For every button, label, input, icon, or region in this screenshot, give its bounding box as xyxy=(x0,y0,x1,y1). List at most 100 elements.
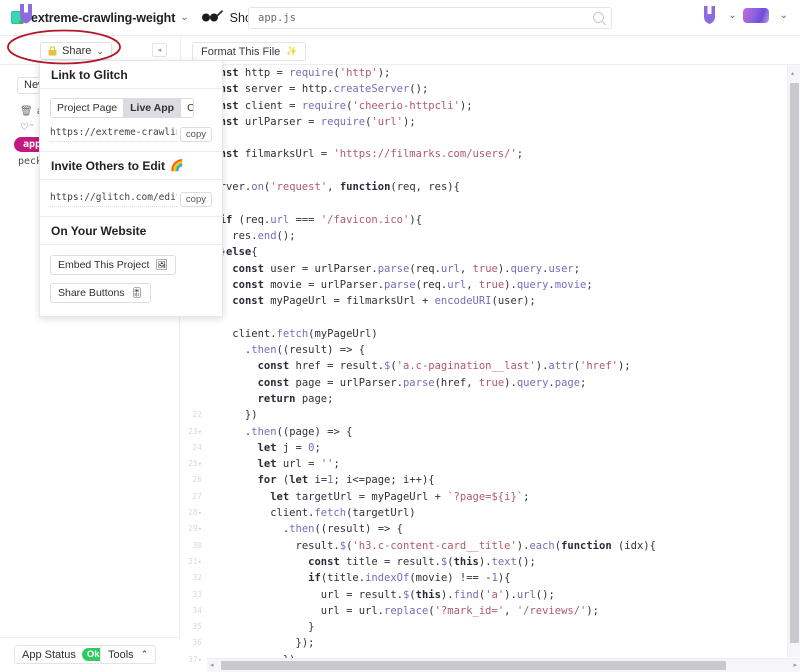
code-editor[interactable]: 22 23▾ 24 25▾ 26 27 28▾ 29▾ 30 31▾ 32 33 34 35 36 37▾ 38… xyxy=(181,65,800,672)
code-line[interactable]: const server = http.createServer(); xyxy=(207,81,800,97)
share-dropdown-panel: Link to Glitch Project Page Live App Cod… xyxy=(39,60,223,317)
code-line[interactable] xyxy=(207,309,800,325)
tools-button[interactable]: Tools ⌃ xyxy=(100,645,157,664)
share-buttons-button[interactable]: Share Buttons 🎚 xyxy=(50,283,152,303)
fold-arrow-icon[interactable]: ▾ xyxy=(198,460,202,468)
glitch-logo-icon[interactable] xyxy=(702,6,717,24)
code-line[interactable]: res.end(); xyxy=(207,228,800,244)
code-line[interactable]: }else{ xyxy=(207,244,800,260)
share-chevron-down-icon: ⌄ xyxy=(96,45,104,56)
code-line[interactable] xyxy=(207,130,800,146)
code-line[interactable]: client.fetch(myPageUrl) xyxy=(207,326,800,342)
segment-live-app[interactable]: Live App xyxy=(124,99,182,117)
code-line[interactable]: const href = result.$('a.c-pagination__l… xyxy=(207,358,800,374)
line-number: 29▾ xyxy=(188,524,202,534)
app-status-button[interactable]: App Status Ok xyxy=(14,645,113,664)
horizontal-scrollbar[interactable]: ◂ ▸ xyxy=(207,658,800,672)
line-number: 22 xyxy=(192,410,202,420)
fold-arrow-icon[interactable]: ▾ xyxy=(198,428,202,436)
fold-arrow-icon[interactable]: ▾ xyxy=(198,558,202,566)
code-line[interactable]: url = result.$(this).find('a').url(); xyxy=(207,587,800,603)
project-name[interactable]: extreme-crawling-weight xyxy=(31,11,175,25)
code-line[interactable]: const page = urlParser.parse(href, true)… xyxy=(207,375,800,391)
segment-code[interactable]: Code xyxy=(181,99,193,117)
code-line[interactable]: let targetUrl = myPageUrl + `?page=${i}`… xyxy=(207,489,800,505)
segment-project-page[interactable]: Project Page xyxy=(51,99,125,117)
code-line[interactable] xyxy=(207,163,800,179)
code-line[interactable]: const user = urlParser.parse(req.url, tr… xyxy=(207,261,800,277)
code-line[interactable]: return page; xyxy=(207,391,800,407)
trash-icon: 🗑 xyxy=(20,106,33,117)
tools-label: Tools xyxy=(108,648,134,661)
search-input[interactable] xyxy=(258,8,588,28)
fold-arrow-icon[interactable]: ▾ xyxy=(198,509,202,517)
avatar-chevron-down-icon[interactable]: ⌄ xyxy=(780,10,788,21)
line-number: 35 xyxy=(192,622,202,632)
fold-arrow-icon[interactable]: ▾ xyxy=(198,656,202,664)
code-line[interactable]: .then((result) => { xyxy=(207,342,800,358)
code-line[interactable]: .then((result) => { xyxy=(207,521,800,537)
vertical-scrollbar[interactable]: ▴ xyxy=(787,65,800,657)
share-button[interactable]: Share ⌄ xyxy=(40,42,112,60)
code-line[interactable]: if (req.url === '/favicon.ico'){ xyxy=(207,212,800,228)
live-url-row: https://extreme-crawling-we copy xyxy=(50,127,212,142)
code-line[interactable]: }) xyxy=(207,407,800,423)
copy-edit-url-button[interactable]: copy xyxy=(179,192,212,207)
control-knobs-icon: 🎚 xyxy=(130,287,144,299)
format-this-file-button[interactable]: Format This File ✨ xyxy=(192,42,307,61)
scroll-left-arrow-icon[interactable]: ◂ xyxy=(210,661,214,669)
link-type-segmented-control[interactable]: Project Page Live App Code xyxy=(50,98,194,118)
code-line[interactable]: const title = result.$(this).text(); xyxy=(207,554,800,570)
fold-arrow-icon[interactable]: ▾ xyxy=(198,525,202,533)
vertical-scrollbar-thumb[interactable] xyxy=(790,83,799,643)
glitch-fish-logo-icon[interactable] xyxy=(18,4,34,24)
top-bar: extreme-crawling-weight ⌄ Show ⌄ ⌄ xyxy=(0,0,800,36)
code-line[interactable]: if(title.indexOf(movie) !== -1){ xyxy=(207,570,800,586)
avatar[interactable] xyxy=(742,7,769,23)
status-bar: App Status Ok Tools ⌃ xyxy=(0,637,180,672)
line-number: 26 xyxy=(192,475,202,485)
code-line[interactable]: }); xyxy=(207,635,800,651)
code-line[interactable]: let j = 0; xyxy=(207,440,800,456)
code-line[interactable]: let url = ''; xyxy=(207,456,800,472)
picture-icon: 🖼 xyxy=(155,259,169,271)
live-url-text[interactable]: https://extreme-crawling-we xyxy=(50,127,177,142)
code-line[interactable]: const urlParser = require('url'); xyxy=(207,114,800,130)
edit-url-text[interactable]: https://glitch.com/edit/#!/ xyxy=(50,192,177,207)
lock-icon xyxy=(48,46,57,56)
line-number: 27 xyxy=(192,491,202,501)
code-line[interactable]: url = url.replace('?mark_id=', '/reviews… xyxy=(207,603,800,619)
glitch-logo-chevron-down-icon[interactable]: ⌄ xyxy=(728,10,736,21)
code-line[interactable]: client.fetch(targetUrl) xyxy=(207,505,800,521)
copy-live-url-button[interactable]: copy xyxy=(179,127,212,142)
code-line[interactable]: } xyxy=(207,619,800,635)
search-bar[interactable] xyxy=(248,7,612,29)
code-line[interactable]: const filmarksUrl = 'https://filmarks.co… xyxy=(207,146,800,162)
code-line[interactable]: result.$('h3.c-content-card__title').eac… xyxy=(207,538,800,554)
code-content[interactable]: const http = require('http');const serve… xyxy=(207,65,800,672)
embed-this-project-button[interactable]: Embed This Project 🖼 xyxy=(50,255,177,275)
line-number xyxy=(181,391,207,407)
edit-url-row: https://glitch.com/edit/#!/ copy xyxy=(50,192,212,207)
code-line[interactable] xyxy=(207,195,800,211)
line-number: 33 xyxy=(192,589,202,599)
code-line[interactable]: const movie = urlParser.parse(req.url, t… xyxy=(207,277,800,293)
panel-heading-text: Link to Glitch xyxy=(51,67,128,82)
code-line[interactable]: const client = require('cheerio-httpcli'… xyxy=(207,98,800,114)
code-line[interactable]: .then((page) => { xyxy=(207,424,800,440)
chevron-down-icon[interactable]: ⌄ xyxy=(180,12,188,23)
collapse-sidebar-button[interactable]: ◂ xyxy=(152,43,167,57)
line-number: 31▾ xyxy=(188,556,202,566)
code-line[interactable]: const myPageUrl = filmarksUrl + encodeUR… xyxy=(207,293,800,309)
scroll-right-arrow-icon[interactable]: ▸ xyxy=(793,661,797,669)
code-line[interactable]: server.on('request', function(req, res){ xyxy=(207,179,800,195)
code-line[interactable]: const http = require('http'); xyxy=(207,65,800,81)
horizontal-scrollbar-thumb[interactable] xyxy=(221,661,726,670)
search-icon[interactable] xyxy=(593,12,604,23)
panel-heading-link-to-glitch: Link to Glitch xyxy=(40,61,222,89)
code-line[interactable]: for (let i=1; i<=page; i++){ xyxy=(207,472,800,488)
panel-heading-invite-others: Invite Others to Edit 🌈 xyxy=(40,152,222,180)
on-your-website-section: Embed This Project 🖼 Share Buttons 🎚 xyxy=(40,245,222,303)
scroll-up-arrow-icon[interactable]: ▴ xyxy=(791,70,794,77)
line-number: 37▾ xyxy=(188,654,202,664)
